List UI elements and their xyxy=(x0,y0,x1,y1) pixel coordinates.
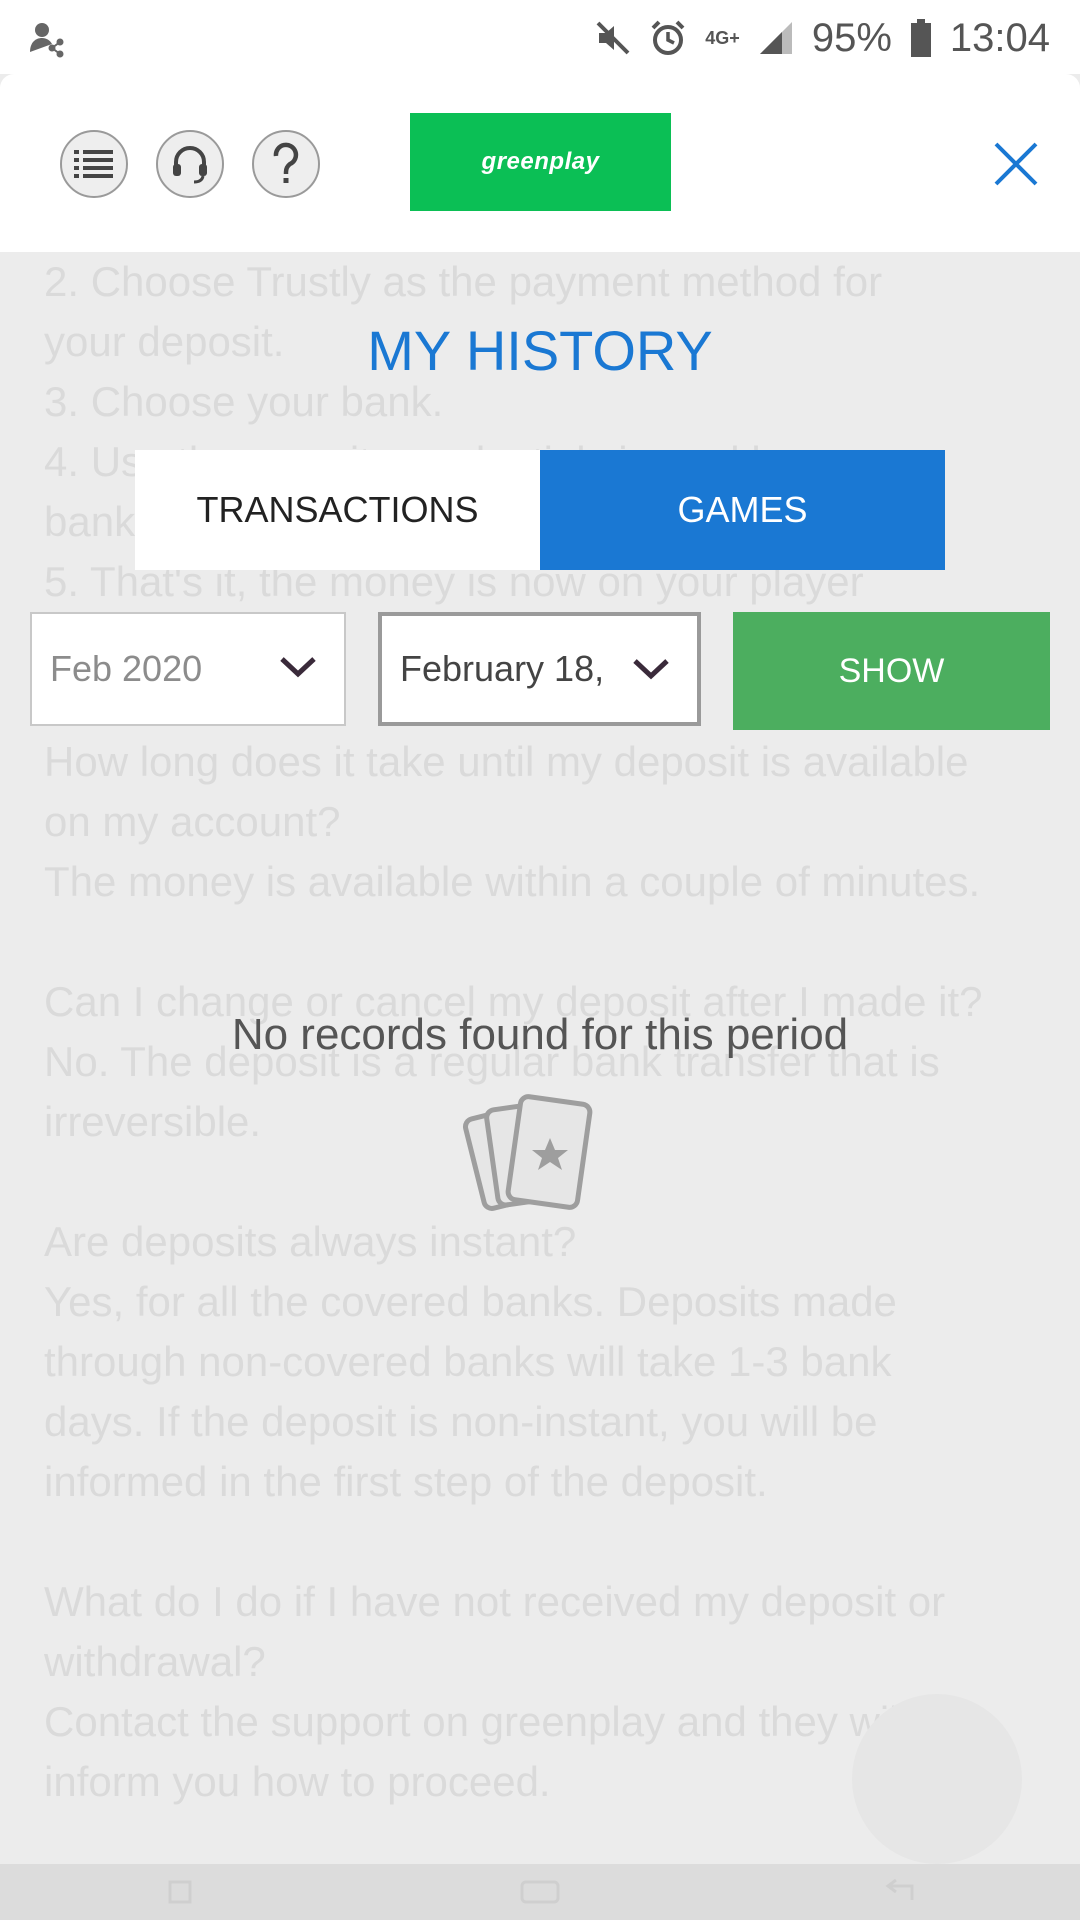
background-line: days. If the deposit is non-instant, you… xyxy=(44,1398,878,1445)
clock: 13:04 xyxy=(949,15,1050,60)
tab-label: GAMES xyxy=(677,489,808,530)
history-filters: Feb 2020 February 18, SHOW xyxy=(30,612,1050,730)
background-line: The money is available within a couple o… xyxy=(44,858,981,905)
signal-icon xyxy=(759,22,792,54)
user-share-icon xyxy=(30,23,64,58)
background-line xyxy=(44,1512,1044,1572)
background-line: through non-covered banks will take 1-3 … xyxy=(44,1338,892,1385)
background-line: on my account? xyxy=(44,798,341,845)
question-icon xyxy=(273,142,299,183)
network-type: 4G+ xyxy=(705,28,740,48)
menu-list-button[interactable] xyxy=(60,130,128,198)
support-button[interactable] xyxy=(156,130,224,198)
tab-label: TRANSACTIONS xyxy=(196,489,479,530)
playing-cards-icon xyxy=(462,1094,593,1211)
mute-icon xyxy=(596,21,630,55)
tab-games[interactable]: GAMES xyxy=(540,450,945,570)
scroll-top-button xyxy=(852,1694,1022,1864)
month-select-value: Feb 2020 xyxy=(50,648,203,689)
background-line: How long does it take until my deposit i… xyxy=(44,738,969,785)
day-select[interactable]: February 18, xyxy=(378,612,701,726)
show-button-label: SHOW xyxy=(838,651,945,690)
greenplay-logo[interactable]: greenplay xyxy=(410,113,671,211)
background-line: What do I do if I have not received my d… xyxy=(44,1578,946,1625)
page-title: MY HISTORY xyxy=(367,319,713,382)
background-line: withdrawal? xyxy=(44,1638,266,1685)
show-button[interactable]: SHOW xyxy=(733,612,1050,730)
history-tabs: TRANSACTIONS GAMES xyxy=(135,450,945,570)
navigation-bar xyxy=(0,1864,1080,1920)
background-line: Yes, for all the covered banks. Deposits… xyxy=(44,1278,897,1325)
month-select[interactable]: Feb 2020 xyxy=(30,612,346,726)
help-button[interactable] xyxy=(252,130,320,198)
headset-icon xyxy=(173,146,207,184)
tab-transactions[interactable]: TRANSACTIONS xyxy=(135,450,540,570)
battery-percent: 95% xyxy=(811,15,892,60)
day-select-value: February 18, xyxy=(400,648,605,689)
status-bar: 4G+ 95% 13:04 xyxy=(0,0,1080,74)
modal-header: greenplay xyxy=(0,74,1080,252)
close-icon[interactable] xyxy=(992,140,1040,188)
home-icon[interactable] xyxy=(520,1878,560,1906)
background-line: 2. Choose Trustly as the payment method … xyxy=(44,258,883,305)
back-icon[interactable] xyxy=(884,1878,916,1906)
recent-apps-icon[interactable] xyxy=(166,1878,194,1906)
background-line xyxy=(44,912,1044,972)
logo-text: greenplay xyxy=(481,148,600,175)
chevron-down-icon xyxy=(280,657,316,678)
alarm-icon xyxy=(651,20,685,55)
chevron-down-icon xyxy=(633,659,669,680)
background-line: informed in the first step of the deposi… xyxy=(44,1458,768,1505)
list-icon xyxy=(74,150,113,178)
battery-icon xyxy=(910,19,931,57)
status-icons: 4G+ 95% 13:04 xyxy=(595,10,1050,66)
empty-message: No records found for this period xyxy=(231,1010,849,1059)
